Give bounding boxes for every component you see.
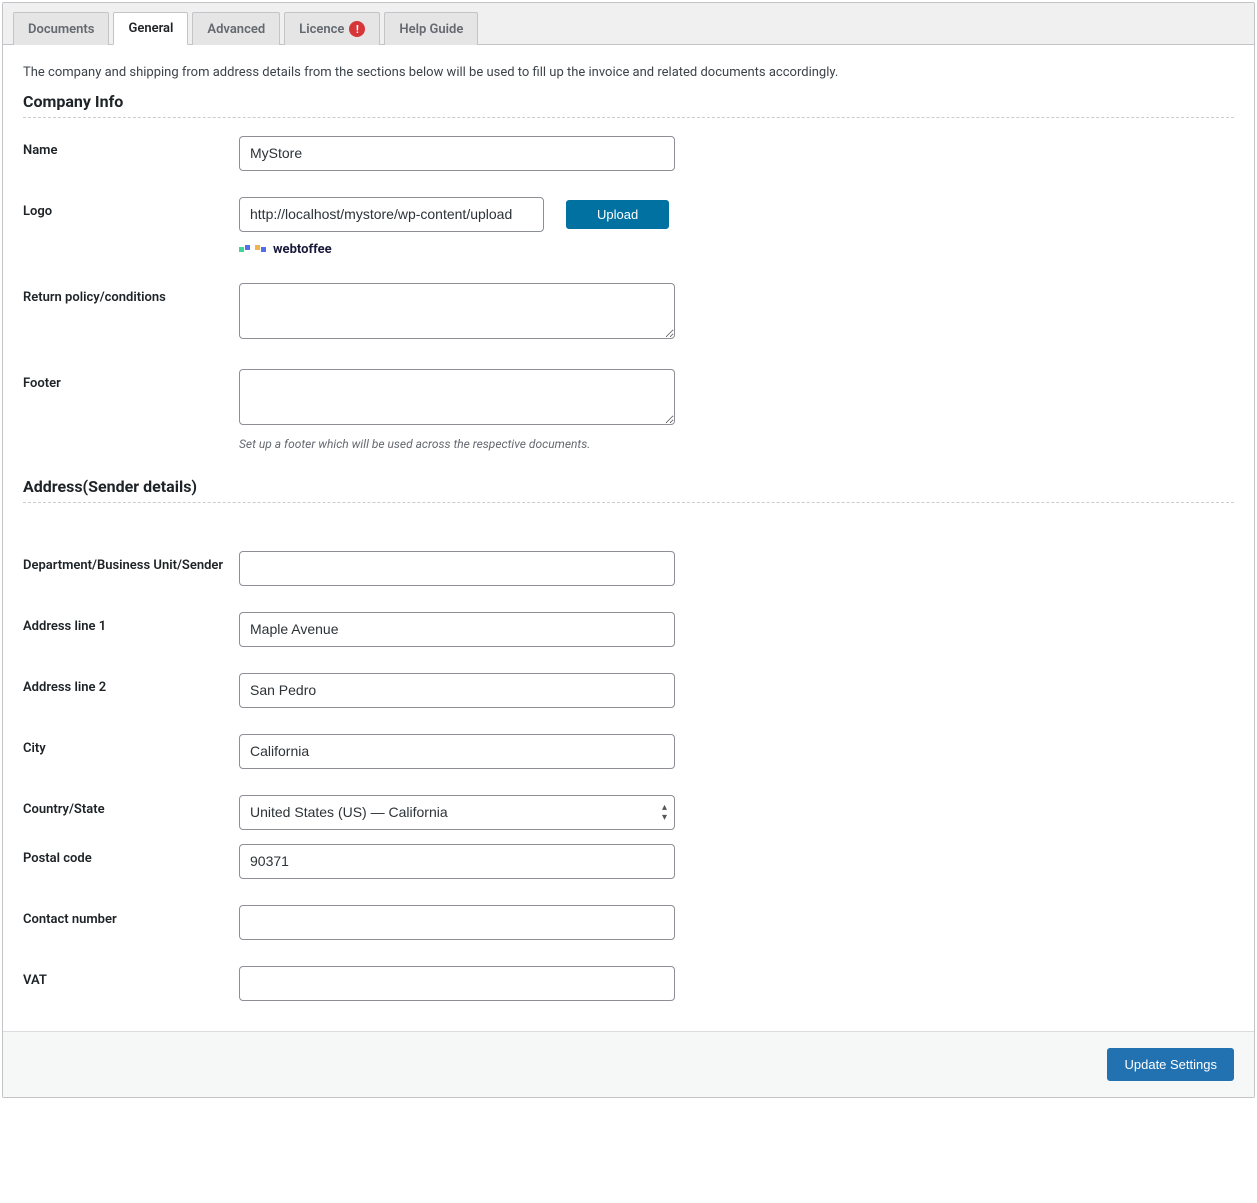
label-vat: VAT [23,966,239,988]
tab-general[interactable]: General [113,12,188,45]
logo-preview: webtoffee [239,242,675,257]
input-address1[interactable] [239,612,675,647]
tab-label: General [128,21,173,36]
row-postal: Postal code [23,844,1234,879]
label-return-policy: Return policy/conditions [23,283,239,305]
tab-label: Advanced [207,22,265,37]
button-update-settings[interactable]: Update Settings [1107,1048,1234,1081]
footer-bar: Update Settings [3,1031,1254,1097]
textarea-footer[interactable] [239,369,675,425]
tab-advanced[interactable]: Advanced [192,12,280,45]
row-country: Country/State United States (US) — Calif… [23,795,1234,830]
tab-label: Help Guide [399,22,463,37]
help-footer: Set up a footer which will be used acros… [239,437,675,451]
input-address2[interactable] [239,673,675,708]
label-name: Name [23,136,239,158]
row-city: City [23,734,1234,769]
label-address2: Address line 2 [23,673,239,695]
logo-dot-icon [239,247,244,252]
tab-documents[interactable]: Documents [13,12,109,45]
row-address2: Address line 2 [23,673,1234,708]
tab-label: Documents [28,22,94,37]
label-address1: Address line 1 [23,612,239,634]
input-name[interactable] [239,136,675,171]
input-logo-url[interactable] [239,197,544,232]
settings-panel: Documents General Advanced Licence ! Hel… [2,2,1255,1098]
intro-text: The company and shipping from address de… [23,65,1234,80]
textarea-return-policy[interactable] [239,283,675,339]
tab-bar: Documents General Advanced Licence ! Hel… [3,3,1254,45]
label-country: Country/State [23,795,239,817]
logo-dot-icon [261,247,266,252]
row-logo: Logo Upload webtoffee [23,197,1234,257]
label-city: City [23,734,239,756]
logo-dot-icon [245,245,250,250]
label-logo: Logo [23,197,239,219]
select-country[interactable]: United States (US) — California [239,795,675,830]
row-contact: Contact number [23,905,1234,940]
input-contact[interactable] [239,905,675,940]
label-footer: Footer [23,369,239,391]
input-vat[interactable] [239,966,675,1001]
row-vat: VAT [23,966,1234,1001]
tab-help-guide[interactable]: Help Guide [384,12,478,45]
label-department: Department/Business Unit/Sender [23,551,239,573]
label-contact: Contact number [23,905,239,927]
logo-brand-text: webtoffee [273,242,332,257]
row-name: Name [23,136,1234,171]
input-postal[interactable] [239,844,675,879]
label-postal: Postal code [23,844,239,866]
button-upload[interactable]: Upload [566,200,669,229]
tab-content: The company and shipping from address de… [3,45,1254,1031]
input-city[interactable] [239,734,675,769]
section-title-company: Company Info [23,92,1234,118]
input-department[interactable] [239,551,675,586]
row-footer: Footer Set up a footer which will be use… [23,369,1234,451]
logo-dot-icon [255,245,260,250]
row-address1: Address line 1 [23,612,1234,647]
section-title-address: Address(Sender details) [23,477,1234,503]
tab-licence[interactable]: Licence ! [284,12,380,45]
alert-icon: ! [349,21,365,37]
row-department: Department/Business Unit/Sender [23,551,1234,586]
row-return-policy: Return policy/conditions [23,283,1234,343]
tab-label: Licence [299,22,344,37]
